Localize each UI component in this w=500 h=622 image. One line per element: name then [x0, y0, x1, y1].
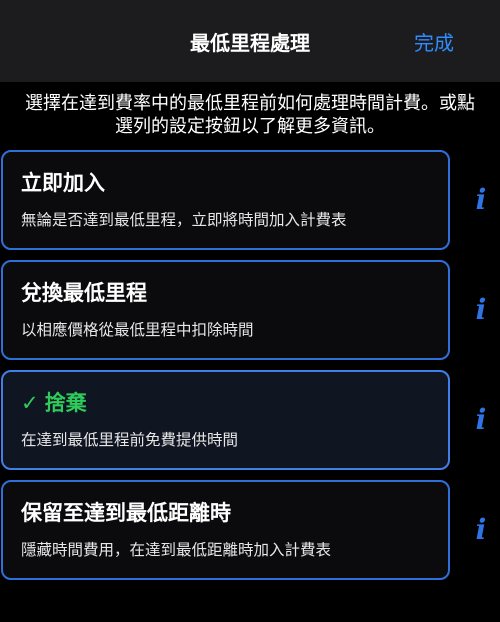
info-icon[interactable]: i — [470, 515, 492, 545]
option-description: 隱藏時間費用，在達到最低距離時加入計費表 — [21, 541, 332, 559]
option-card-hold-until-minimum-distance[interactable]: 保留至達到最低距離時 隱藏時間費用，在達到最低距離時加入計費表 — [1, 480, 450, 580]
option-description: 以相應價格從最低里程中扣除時間 — [21, 321, 254, 339]
option-description: 在達到最低里程前免費提供時間 — [21, 431, 239, 449]
checkmark-icon: ✓ — [21, 391, 39, 415]
option-card-redeem-minimum[interactable]: 兌換最低里程 以相應價格從最低里程中扣除時間 — [1, 260, 450, 360]
instructions-text: 選擇在達到費率中的最低里程前如何處理時間計費。或點選列的設定按鈕以了解更多資訊。 — [25, 93, 475, 137]
option-title: 立即加入 — [21, 171, 105, 195]
option-title: 捨棄 — [44, 391, 87, 415]
option-card-add-immediately[interactable]: 立即加入 無論是否達到最低里程，立即將時間加入計費表 — [1, 150, 450, 250]
option-title: 兌換最低里程 — [21, 281, 147, 305]
option-title: 保留至達到最低距離時 — [21, 501, 231, 525]
option-title-row: ✓ 捨棄 — [21, 390, 87, 417]
option-description: 無論是否達到最低里程，立即將時間加入計費表 — [21, 211, 347, 229]
done-button[interactable]: 完成 — [414, 30, 454, 56]
info-icon[interactable]: i — [470, 295, 492, 325]
info-icon[interactable]: i — [470, 405, 492, 435]
navigation-bar: 最低里程處理 完成 — [0, 0, 500, 82]
info-icon[interactable]: i — [470, 185, 492, 215]
option-card-discard[interactable]: ✓ 捨棄 在達到最低里程前免費提供時間 — [1, 370, 450, 470]
